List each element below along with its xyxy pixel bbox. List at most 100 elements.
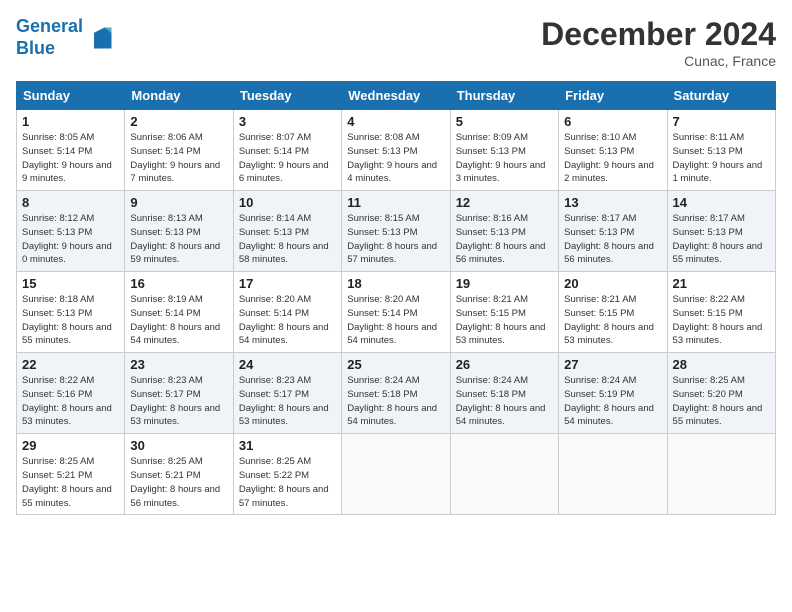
day-number: 14	[673, 195, 770, 210]
day-number: 17	[239, 276, 336, 291]
calendar-week-row: 29 Sunrise: 8:25 AMSunset: 5:21 PMDayligh…	[17, 434, 776, 515]
day-info: Sunrise: 8:25 AMSunset: 5:20 PMDaylight:…	[673, 374, 770, 429]
calendar-cell: 15 Sunrise: 8:18 AMSunset: 5:13 PMDayligh…	[17, 272, 125, 353]
calendar-cell: 9Sunrise: 8:13 AMSunset: 5:13 PMDaylight…	[125, 191, 233, 272]
day-info: Sunrise: 8:19 AMSunset: 5:14 PMDaylight:…	[130, 293, 227, 348]
day-number: 21	[673, 276, 770, 291]
calendar-cell: 8Sunrise: 8:12 AMSunset: 5:13 PMDaylight…	[17, 191, 125, 272]
calendar-week-row: 15 Sunrise: 8:18 AMSunset: 5:13 PMDayligh…	[17, 272, 776, 353]
calendar-cell: 20 Sunrise: 8:21 AMSunset: 5:15 PMDayligh…	[559, 272, 667, 353]
day-info: Sunrise: 8:23 AMSunset: 5:17 PMDaylight:…	[130, 374, 227, 429]
calendar-week-row: 22Sunrise: 8:22 AMSunset: 5:16 PMDayligh…	[17, 353, 776, 434]
day-number: 25	[347, 357, 444, 372]
calendar-cell	[450, 434, 558, 515]
calendar-cell: 13 Sunrise: 8:17 AMSunset: 5:13 PMDayligh…	[559, 191, 667, 272]
weekday-header-saturday: Saturday	[667, 82, 775, 110]
calendar-cell: 4 Sunrise: 8:08 AMSunset: 5:13 PMDaylight…	[342, 110, 450, 191]
day-number: 12	[456, 195, 553, 210]
calendar-cell: 17 Sunrise: 8:20 AMSunset: 5:14 PMDayligh…	[233, 272, 341, 353]
calendar-cell: 6 Sunrise: 8:10 AMSunset: 5:13 PMDaylight…	[559, 110, 667, 191]
weekday-header-monday: Monday	[125, 82, 233, 110]
day-number: 16	[130, 276, 227, 291]
calendar-cell: 26 Sunrise: 8:24 AMSunset: 5:18 PMDayligh…	[450, 353, 558, 434]
calendar-cell	[667, 434, 775, 515]
day-number: 6	[564, 114, 661, 129]
day-number: 9	[130, 195, 227, 210]
weekday-header-row: SundayMondayTuesdayWednesdayThursdayFrid…	[17, 82, 776, 110]
day-number: 27	[564, 357, 661, 372]
day-info: Sunrise: 8:09 AMSunset: 5:13 PMDaylight:…	[456, 131, 553, 186]
day-number: 8	[22, 195, 119, 210]
day-number: 1	[22, 114, 119, 129]
calendar-cell: 1 Sunrise: 8:05 AMSunset: 5:14 PMDaylight…	[17, 110, 125, 191]
weekday-header-tuesday: Tuesday	[233, 82, 341, 110]
weekday-header-sunday: Sunday	[17, 82, 125, 110]
calendar-cell: 2Sunrise: 8:06 AMSunset: 5:14 PMDaylight…	[125, 110, 233, 191]
location-label: Cunac, France	[541, 53, 776, 69]
day-info: Sunrise: 8:16 AMSunset: 5:13 PMDaylight:…	[456, 212, 553, 267]
day-info: Sunrise: 8:08 AMSunset: 5:13 PMDaylight:…	[347, 131, 444, 186]
day-number: 20	[564, 276, 661, 291]
day-info: Sunrise: 8:20 AMSunset: 5:14 PMDaylight:…	[347, 293, 444, 348]
calendar-cell: 24Sunrise: 8:23 AMSunset: 5:17 PMDayligh…	[233, 353, 341, 434]
day-info: Sunrise: 8:18 AMSunset: 5:13 PMDaylight:…	[22, 293, 119, 348]
day-number: 28	[673, 357, 770, 372]
weekday-header-wednesday: Wednesday	[342, 82, 450, 110]
day-info: Sunrise: 8:25 AMSunset: 5:21 PMDaylight:…	[22, 455, 119, 510]
day-number: 23	[130, 357, 227, 372]
day-number: 5	[456, 114, 553, 129]
day-info: Sunrise: 8:21 AMSunset: 5:15 PMDaylight:…	[456, 293, 553, 348]
calendar-cell: 16 Sunrise: 8:19 AMSunset: 5:14 PMDayligh…	[125, 272, 233, 353]
day-info: Sunrise: 8:24 AMSunset: 5:18 PMDaylight:…	[456, 374, 553, 429]
calendar-cell: 28 Sunrise: 8:25 AMSunset: 5:20 PMDayligh…	[667, 353, 775, 434]
day-number: 26	[456, 357, 553, 372]
day-number: 18	[347, 276, 444, 291]
calendar-cell	[559, 434, 667, 515]
calendar-cell: 12 Sunrise: 8:16 AMSunset: 5:13 PMDayligh…	[450, 191, 558, 272]
day-number: 10	[239, 195, 336, 210]
calendar-cell: 23 Sunrise: 8:23 AMSunset: 5:17 PMDayligh…	[125, 353, 233, 434]
day-info: Sunrise: 8:07 AMSunset: 5:14 PMDaylight:…	[239, 131, 336, 186]
calendar-week-row: 8Sunrise: 8:12 AMSunset: 5:13 PMDaylight…	[17, 191, 776, 272]
weekday-header-thursday: Thursday	[450, 82, 558, 110]
calendar-cell: 29 Sunrise: 8:25 AMSunset: 5:21 PMDayligh…	[17, 434, 125, 515]
day-number: 3	[239, 114, 336, 129]
day-number: 30	[130, 438, 227, 453]
day-number: 24	[239, 357, 336, 372]
day-info: Sunrise: 8:11 AMSunset: 5:13 PMDaylight:…	[673, 131, 770, 186]
calendar-cell: 22Sunrise: 8:22 AMSunset: 5:16 PMDayligh…	[17, 353, 125, 434]
day-number: 29	[22, 438, 119, 453]
day-number: 13	[564, 195, 661, 210]
weekday-header-friday: Friday	[559, 82, 667, 110]
day-info: Sunrise: 8:22 AMSunset: 5:15 PMDaylight:…	[673, 293, 770, 348]
day-info: Sunrise: 8:24 AMSunset: 5:18 PMDaylight:…	[347, 374, 444, 429]
day-number: 2	[130, 114, 227, 129]
day-info: Sunrise: 8:25 AMSunset: 5:22 PMDaylight:…	[239, 455, 336, 510]
day-info: Sunrise: 8:15 AMSunset: 5:13 PMDaylight:…	[347, 212, 444, 267]
calendar-cell: 11 Sunrise: 8:15 AMSunset: 5:13 PMDayligh…	[342, 191, 450, 272]
calendar-cell: 19Sunrise: 8:21 AMSunset: 5:15 PMDayligh…	[450, 272, 558, 353]
day-info: Sunrise: 8:20 AMSunset: 5:14 PMDaylight:…	[239, 293, 336, 348]
day-info: Sunrise: 8:21 AMSunset: 5:15 PMDaylight:…	[564, 293, 661, 348]
day-info: Sunrise: 8:05 AMSunset: 5:14 PMDaylight:…	[22, 131, 119, 186]
day-number: 11	[347, 195, 444, 210]
day-info: Sunrise: 8:24 AMSunset: 5:19 PMDaylight:…	[564, 374, 661, 429]
logo: GeneralBlue	[16, 16, 115, 59]
day-number: 15	[22, 276, 119, 291]
day-info: Sunrise: 8:10 AMSunset: 5:13 PMDaylight:…	[564, 131, 661, 186]
calendar-cell: 21 Sunrise: 8:22 AMSunset: 5:15 PMDayligh…	[667, 272, 775, 353]
calendar-cell: 7Sunrise: 8:11 AMSunset: 5:13 PMDaylight…	[667, 110, 775, 191]
calendar-cell	[342, 434, 450, 515]
day-number: 4	[347, 114, 444, 129]
day-info: Sunrise: 8:17 AMSunset: 5:13 PMDaylight:…	[564, 212, 661, 267]
calendar-week-row: 1 Sunrise: 8:05 AMSunset: 5:14 PMDaylight…	[17, 110, 776, 191]
calendar-cell: 27 Sunrise: 8:24 AMSunset: 5:19 PMDayligh…	[559, 353, 667, 434]
calendar-cell: 25 Sunrise: 8:24 AMSunset: 5:18 PMDayligh…	[342, 353, 450, 434]
day-info: Sunrise: 8:14 AMSunset: 5:13 PMDaylight:…	[239, 212, 336, 267]
day-info: Sunrise: 8:17 AMSunset: 5:13 PMDaylight:…	[673, 212, 770, 267]
logo-text: GeneralBlue	[16, 16, 83, 59]
calendar-cell: 14 Sunrise: 8:17 AMSunset: 5:13 PMDayligh…	[667, 191, 775, 272]
logo-icon	[87, 24, 115, 52]
calendar-cell: 5 Sunrise: 8:09 AMSunset: 5:13 PMDaylight…	[450, 110, 558, 191]
day-info: Sunrise: 8:22 AMSunset: 5:16 PMDaylight:…	[22, 374, 119, 429]
